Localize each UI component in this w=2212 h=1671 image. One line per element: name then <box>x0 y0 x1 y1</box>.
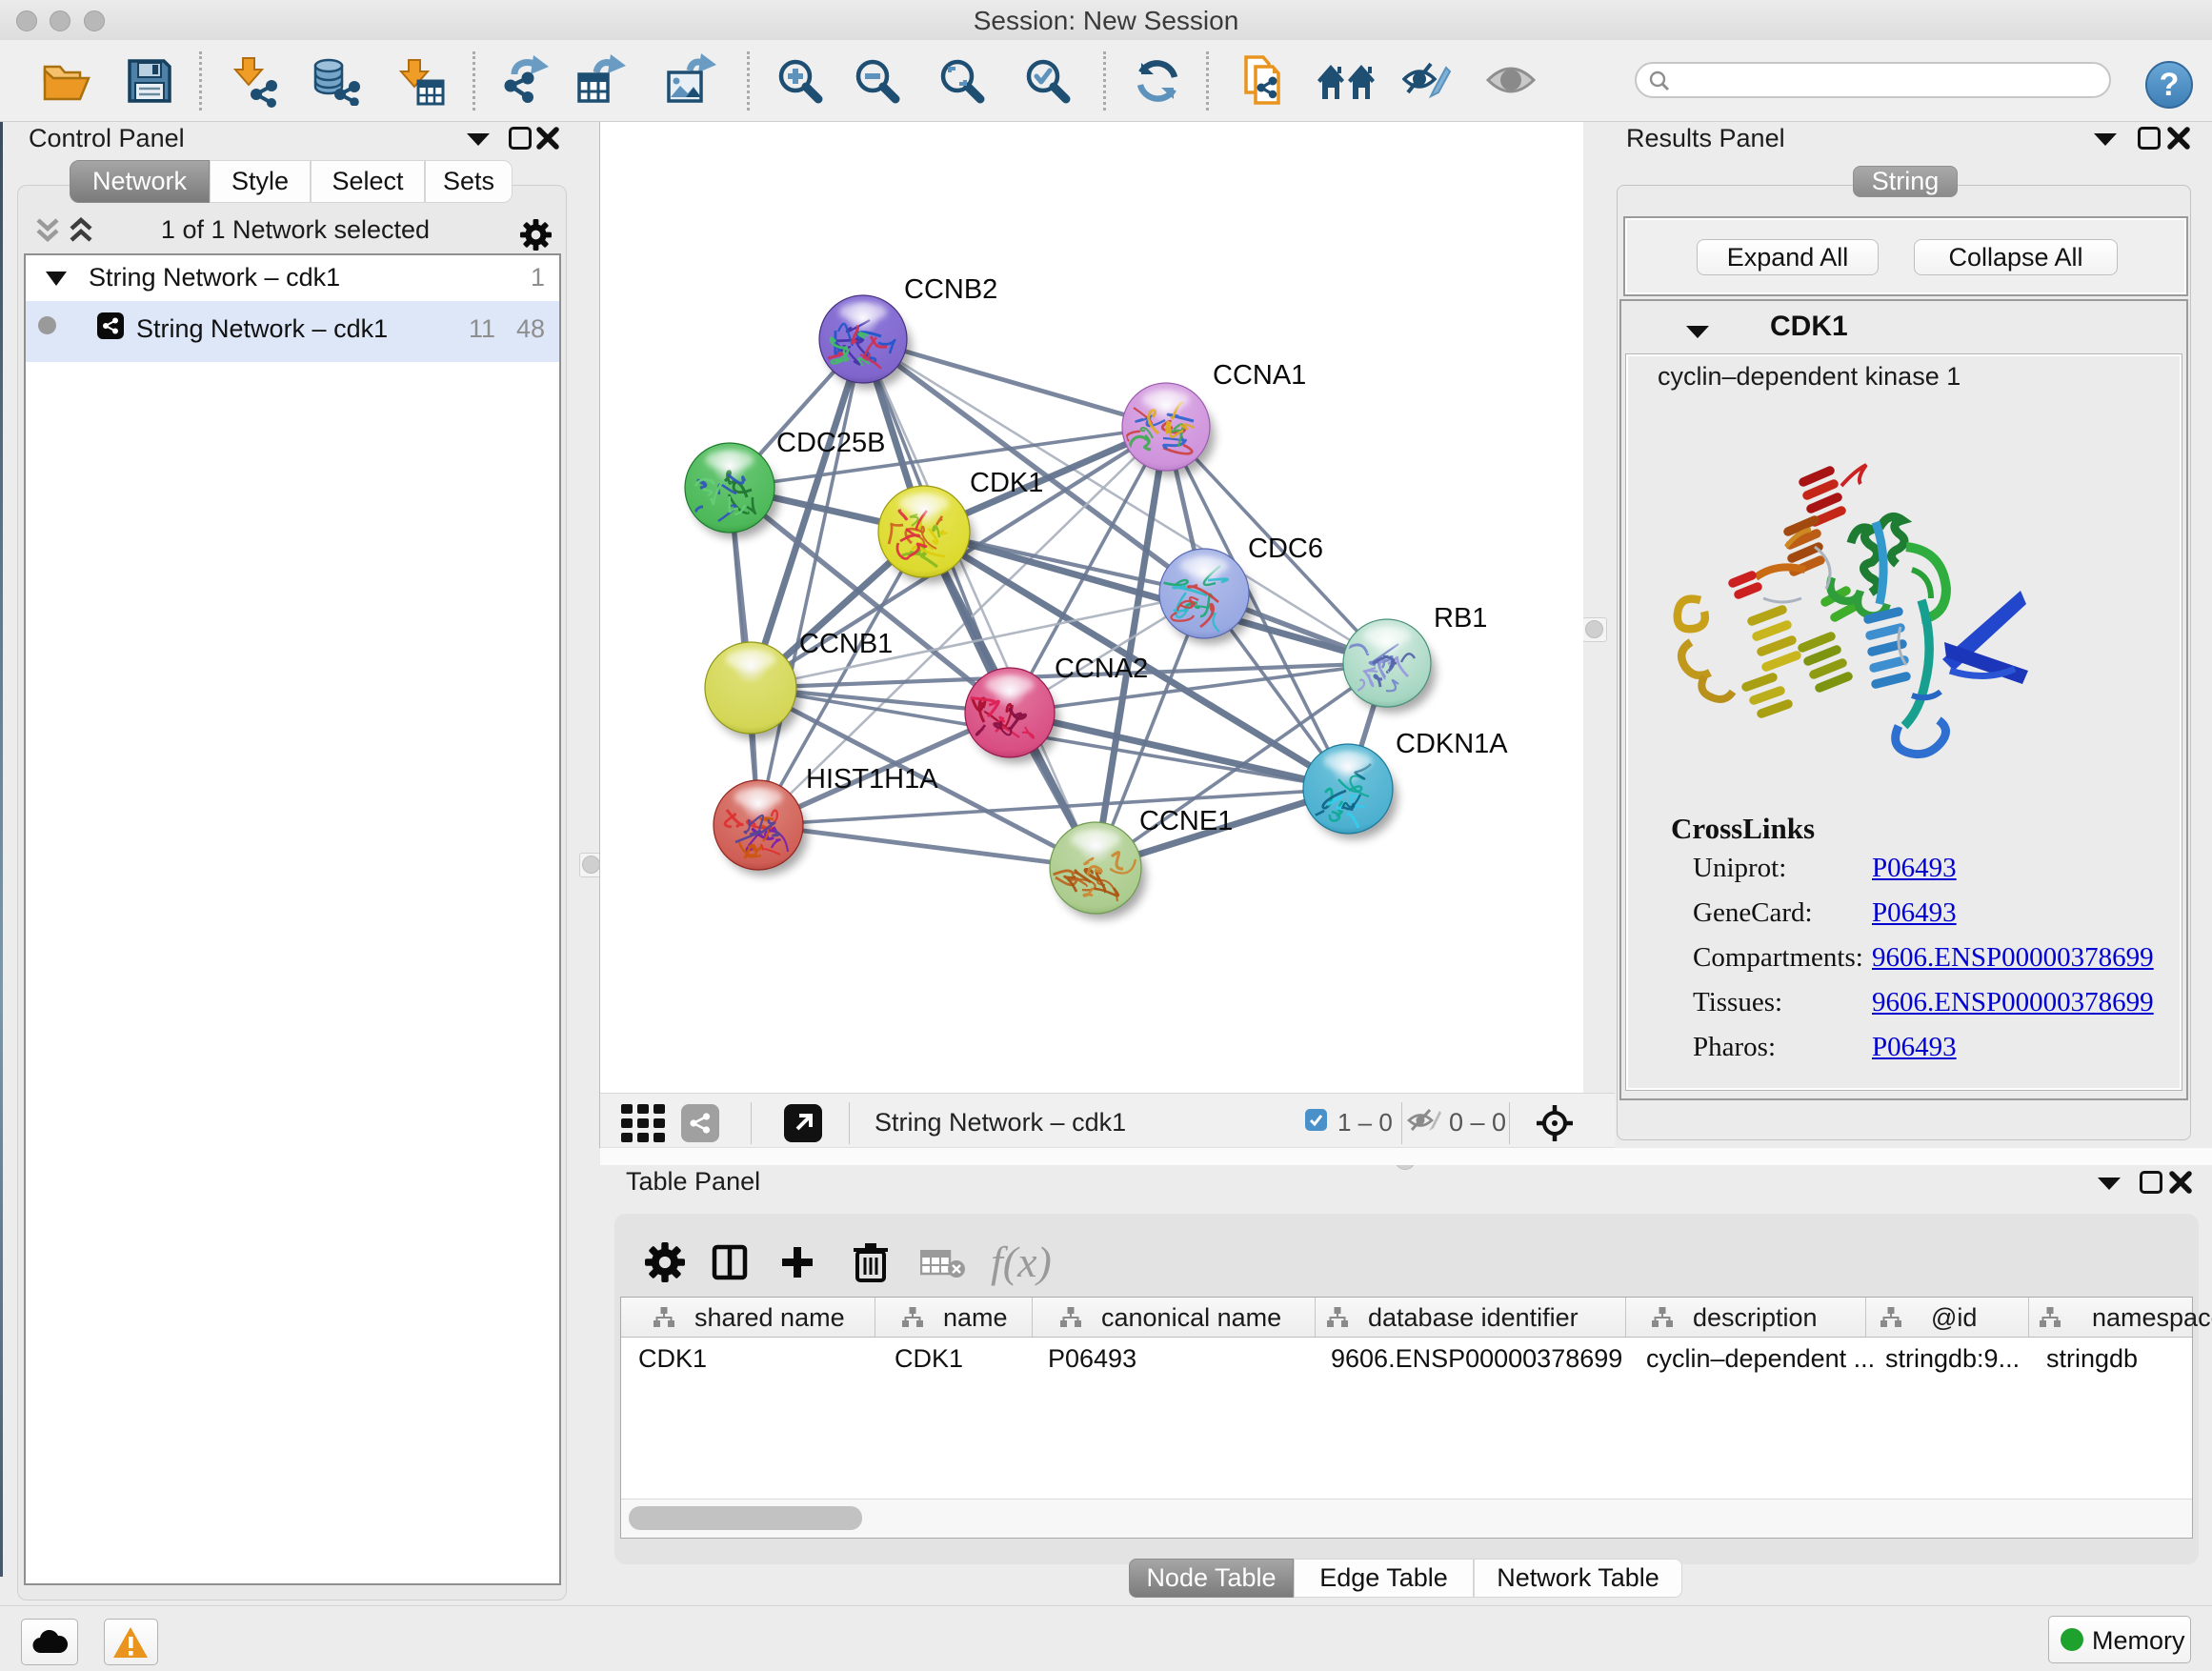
svg-text:CCNB1: CCNB1 <box>799 629 893 659</box>
svg-text:CDC25B: CDC25B <box>776 428 885 458</box>
svg-text:CCNA2: CCNA2 <box>1055 654 1148 684</box>
svg-text:CCNB2: CCNB2 <box>904 274 997 305</box>
svg-text:CDKN1A: CDKN1A <box>1396 729 1508 759</box>
svg-text:CDK1: CDK1 <box>970 468 1043 498</box>
svg-text:RB1: RB1 <box>1434 603 1487 634</box>
svg-text:CDC6: CDC6 <box>1248 534 1323 564</box>
svg-text:HIST1H1A: HIST1H1A <box>806 764 938 795</box>
svg-text:CCNA1: CCNA1 <box>1213 360 1306 391</box>
svg-text:CCNE1: CCNE1 <box>1139 806 1233 836</box>
